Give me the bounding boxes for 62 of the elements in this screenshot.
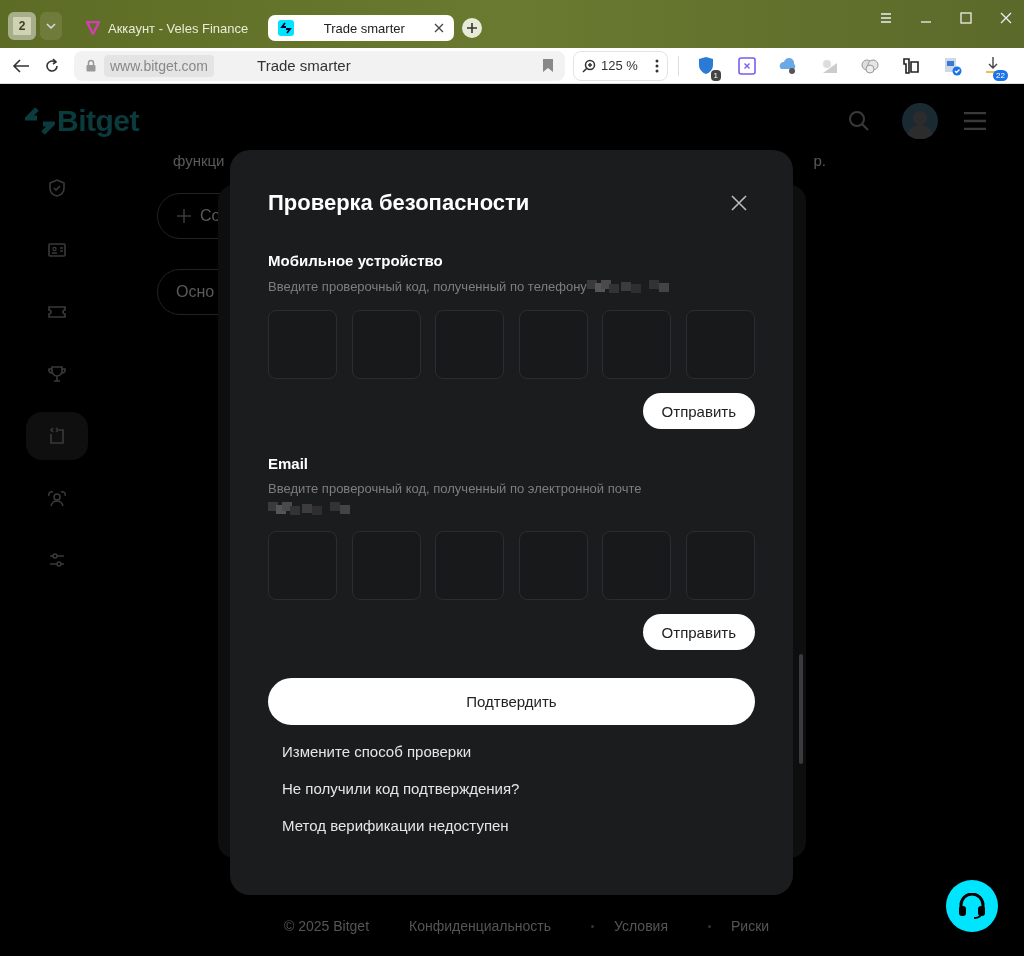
plus-icon bbox=[176, 208, 192, 224]
extension-icon bbox=[737, 55, 757, 76]
zoom-icon bbox=[582, 58, 596, 73]
send-button[interactable]: Отправить bbox=[642, 614, 755, 650]
close-icon[interactable] bbox=[731, 195, 747, 211]
link[interactable]: Не получили код подтверждения? bbox=[282, 780, 520, 797]
link[interactable]: Измените способ проверки bbox=[282, 743, 472, 760]
bookmark-icon[interactable] bbox=[543, 59, 553, 72]
browser-tab[interactable]: Trade smarter bbox=[268, 15, 455, 41]
lock-icon bbox=[86, 59, 96, 72]
separator-dot bbox=[708, 924, 711, 928]
page-title: Trade smarter bbox=[257, 57, 352, 74]
copyright-text: © 2025 Bitget bbox=[284, 918, 370, 934]
reload-icon[interactable] bbox=[44, 57, 60, 74]
separator-dot bbox=[591, 924, 595, 928]
link[interactable]: Метод верификации недоступен bbox=[282, 817, 509, 834]
scrollbar[interactable] bbox=[799, 654, 803, 764]
sliders-icon bbox=[47, 550, 67, 570]
avatar[interactable] bbox=[902, 103, 938, 139]
api-icon bbox=[47, 426, 67, 446]
trophy-icon bbox=[47, 364, 67, 384]
confirm-button[interactable]: Подтвердить bbox=[268, 678, 755, 725]
extension-icon bbox=[901, 55, 921, 76]
section-heading: Email bbox=[268, 455, 310, 472]
close-icon[interactable] bbox=[434, 23, 445, 33]
triangle-logo-icon bbox=[86, 21, 100, 35]
maximize-icon[interactable] bbox=[960, 12, 972, 24]
url-text: www.bitget.com bbox=[104, 54, 215, 77]
support-button[interactable] bbox=[946, 880, 998, 932]
extension-icon bbox=[942, 55, 962, 76]
id-card-icon bbox=[47, 240, 67, 260]
people-icon bbox=[47, 488, 67, 508]
extension-icon bbox=[778, 55, 798, 76]
description-text: функци bbox=[173, 152, 225, 169]
extension-button[interactable] bbox=[736, 54, 758, 77]
count-badge: 22 bbox=[993, 69, 1008, 81]
hint-text: Введите проверочный код, полученный по электронной почте bbox=[268, 481, 642, 496]
sidebar-item[interactable] bbox=[26, 412, 88, 460]
tab-list-button[interactable] bbox=[40, 12, 62, 40]
back-icon[interactable] bbox=[12, 57, 30, 74]
headset-icon bbox=[958, 893, 986, 919]
zoom-control[interactable]: 125 % bbox=[573, 50, 668, 81]
tab-count-button[interactable]: 2 bbox=[8, 12, 36, 40]
zoom-level: 125 % bbox=[601, 58, 638, 73]
dialog-title: Проверка безопасности bbox=[268, 190, 530, 216]
browser-tab[interactable]: Аккаунт - Veles Finance bbox=[76, 15, 259, 41]
more-icon[interactable] bbox=[655, 58, 659, 73]
section-heading: Мобильное устройство bbox=[268, 252, 444, 269]
search-icon[interactable] bbox=[848, 110, 870, 132]
logo-mark-icon bbox=[25, 107, 55, 135]
new-tab-button[interactable] bbox=[462, 18, 483, 38]
menu-icon[interactable] bbox=[964, 112, 986, 130]
shield-icon bbox=[47, 178, 67, 198]
count-badge: 1 bbox=[710, 69, 721, 81]
hint-text: Введите проверочный код, полученный по телефону bbox=[268, 278, 587, 294]
address-bar[interactable]: www.bitget.com Trade smarter bbox=[74, 50, 565, 81]
extension-icon bbox=[696, 55, 716, 76]
description-text: р. bbox=[813, 152, 826, 169]
bitget-logo-icon bbox=[278, 20, 295, 36]
send-button[interactable]: Отправить bbox=[642, 393, 755, 429]
plus-icon bbox=[466, 22, 479, 34]
caret-icon bbox=[45, 22, 57, 30]
